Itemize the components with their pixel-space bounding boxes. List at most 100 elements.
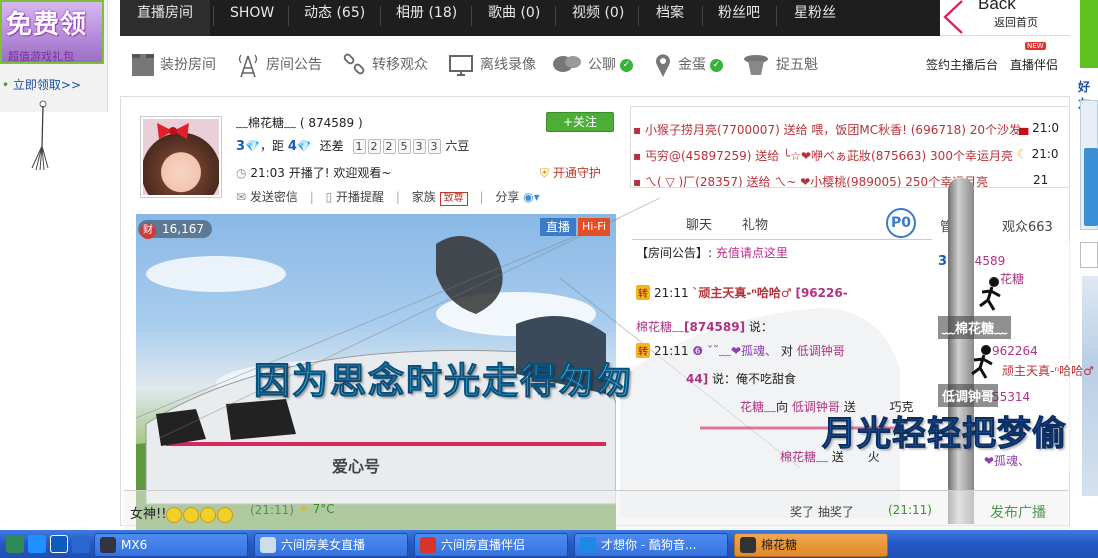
level-separator: ，距 [260,139,285,153]
family-badge[interactable]: 致尊 [439,192,468,206]
chevron-left-icon [943,0,963,34]
chat-message: 44] 说：俺不吃甜食 [686,370,796,387]
live-companion-link[interactable]: 直播伴侣 [1010,56,1058,73]
decorate-room-button[interactable]: 装扮房间 [132,52,216,78]
bottom-message: 女神!! [130,503,234,523]
top-hat-icon [744,55,768,75]
clock-icon: ◷ [236,166,247,180]
level-progress: 3💎，距 4💎 还差 122533 六豆 [236,137,469,154]
live-start-message: 开播了! 欢迎观看~ [288,166,392,180]
nav-divider [288,6,289,26]
nav-tab-profile[interactable]: 档案 [656,0,684,36]
chat-user-id[interactable]: 44] [686,372,708,386]
transfer-audience-label: 转移观众 [372,57,428,73]
kugou-icon[interactable] [50,535,68,553]
top-navigation: 直播房间 SHOW 动态 (65) 相册 (18) 歌曲 (0) 视频 (0) … [120,0,1070,36]
chat-message: 转 21:11 ❻ ˇ˜﹏❤孤魂、 对 低调钟哥 [636,342,845,359]
taskbar-item-label: 棉花糖 [761,538,798,552]
nav-tab-live-room[interactable]: 直播房间 [120,0,210,36]
p-badge[interactable]: P0 [886,208,916,238]
promo-banner[interactable]: 免费领 超值游戏礼包 [0,0,104,64]
nav-tab-videos[interactable]: 视频 (0) [572,0,624,36]
right-green-banner[interactable] [1080,0,1098,68]
friends-image [1082,276,1098,496]
friends-widget[interactable] [1084,148,1098,226]
claim-link[interactable]: • 立即领取>> [2,76,81,93]
tab-audience[interactable]: 观众663 [1002,216,1053,235]
nav-tab-show[interactable]: SHOW [230,0,274,36]
taskbar-item[interactable]: MX6 [94,533,248,557]
divider: | [309,190,314,204]
current-level: 3 [236,139,246,154]
nav-tab-songs[interactable]: 歌曲 (0) [488,0,540,36]
chat-user-id[interactable]: [96226- [795,286,847,300]
follow-button[interactable]: +关注 [546,112,614,132]
chat-time: 21:11 [654,344,689,358]
live-tag[interactable]: 直播 [540,218,577,236]
friends-input[interactable] [1080,242,1098,268]
catch-five-kui-label: 捉五魁 [776,57,818,73]
recharge-link[interactable]: 充值请点这里 [716,246,788,260]
show-desktop-icon[interactable] [72,535,90,553]
claim-link-label: 立即领取>> [12,78,82,92]
taskbar-item-active[interactable]: 棉花糖 [734,533,888,557]
tab-chat[interactable]: 聊天 [686,214,712,233]
audience-level: 3 [938,254,948,269]
taskbar-item[interactable]: 才想你 - 酷狗音... [574,533,728,557]
gift-feed: ▪ 小猴子捞月亮(7700007) 送给 喂，饭团MC秋香! (696718) … [630,106,1070,188]
audience-item[interactable]: 962264 [992,344,1038,358]
golden-egg-toggle[interactable]: 金蛋 ✓ [654,52,723,78]
ie-icon[interactable] [28,535,46,553]
train-name-text: 爱心号 [332,457,380,476]
smiley-icon [183,506,200,523]
audience-item[interactable]: 顽主天真-ⁿ哈哈♂ [1002,362,1094,379]
check-icon: ✓ [710,58,723,72]
hifi-tag[interactable]: Hi-Fi [578,218,610,236]
nav-tab-dynamics[interactable]: 动态 (65) [304,0,365,36]
level-digit: 2 [367,139,381,154]
send-secret-message-button[interactable]: 发送密信 [250,190,298,204]
check-icon: ✓ [620,58,633,72]
chat-username[interactable]: `顽主天真-ⁿ哈哈♂ [692,286,791,300]
quicklaunch-icon[interactable] [6,535,24,553]
back-home-button[interactable]: Back 返回首页 [940,0,1070,36]
nav-tab-album[interactable]: 相册 (18) [396,0,457,36]
chat-username[interactable]: 棉花糖﹏ [636,320,684,334]
chat-username[interactable]: 花糖﹏ [740,400,776,414]
open-guard-button[interactable]: ⛨ 开通守护 [540,164,601,181]
offline-recording-button[interactable]: 离线录像 [448,52,536,78]
taskbar-item[interactable]: 六间房直播伴侣 [414,533,568,557]
offline-recording-label: 离线录像 [480,57,536,73]
feed-item: ▪ ㄟ( ▽ )厂(28357) 送给 ㄟ~ ❤小樱桃(989005) 250个… [633,175,989,188]
anchor-backend-link[interactable]: 签约主播后台 [926,56,998,73]
taskbar-item[interactable]: 六间房美女直播 [254,533,408,557]
public-chat-toggle[interactable]: 公聊 ✓ [552,52,633,78]
relay-tag: 转 [636,343,650,358]
publish-broadcast-button[interactable]: 发布广播 [990,502,1046,522]
feed-item: ▪ 小猴子捞月亮(7700007) 送给 喂，饭团MC秋香! (696718) … [633,123,1022,137]
tab-gifts[interactable]: 礼物 [742,214,768,233]
live-reminder-button[interactable]: 开播提醒 [336,190,384,204]
chat-username[interactable]: 棉花糖﹏ [780,450,828,464]
nav-tab-fan-bar[interactable]: 粉丝吧 [718,0,760,36]
transfer-audience-button[interactable]: 转移观众 [342,52,428,78]
room-notice-button[interactable]: 房间公告 [236,52,322,78]
stick-figure-icon [979,277,1001,311]
catch-five-kui-button[interactable]: 捉五魁 [742,52,818,78]
chat-user-id[interactable]: [874589] [684,320,745,334]
nav-divider [471,6,472,26]
feed-item-time: 21 [1033,173,1048,187]
nav-tab-star-fans[interactable]: 星粉丝 [794,0,836,36]
monitor-icon [449,55,473,76]
chat-target[interactable]: 低调钟哥 [797,344,845,358]
anchor-avatar[interactable] [140,116,222,198]
windows-taskbar: MX6 六间房美女直播 六间房直播伴侣 才想你 - 酷狗音... 棉花糖 [0,530,1098,558]
level-digit: 5 [397,139,411,154]
share-globe-icon[interactable]: ◉▾ [523,190,540,204]
open-guard-label: 开通守护 [552,166,601,180]
feed-item: ▪ 丐穷@(45897259) 送给 ╰☆❤咿べぁ茈妝(875663) 300个… [633,149,1013,163]
share-button[interactable]: 分享 [495,190,519,204]
chat-username[interactable]: ❻ ˇ˜﹏❤孤魂、 [692,344,777,358]
nav-divider [213,6,214,26]
hair-bow-icon [157,123,189,139]
